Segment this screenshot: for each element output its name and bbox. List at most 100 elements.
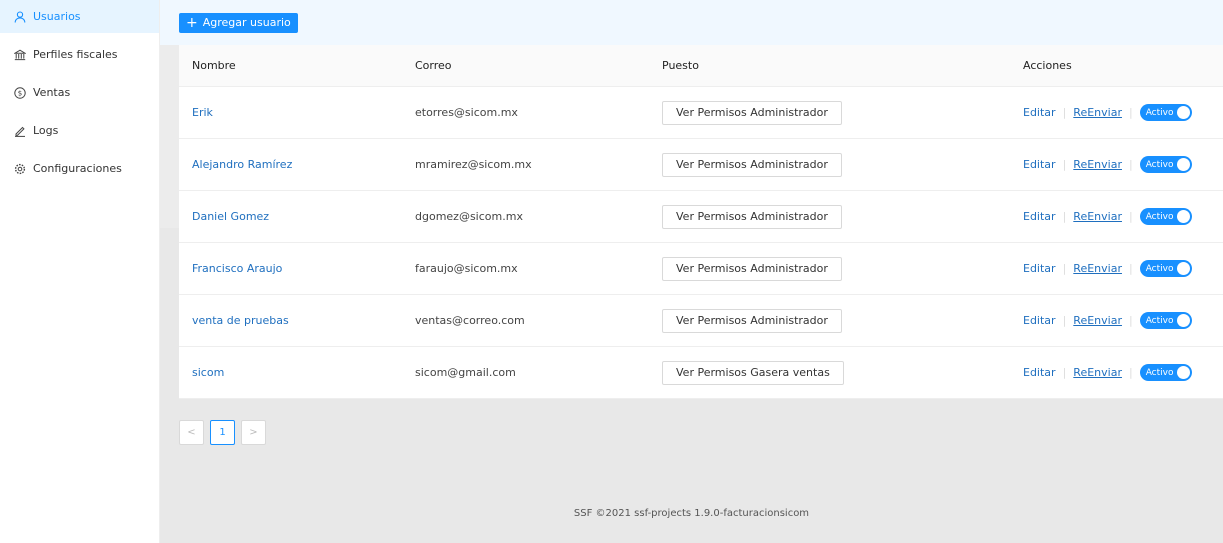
status-toggle-label: Activo — [1145, 367, 1174, 378]
status-toggle-label: Activo — [1145, 211, 1174, 222]
status-toggle-label: Activo — [1145, 107, 1174, 118]
sidebar-item-label: Ventas — [33, 86, 71, 99]
dollar-icon: $ — [14, 86, 26, 99]
user-name-link[interactable]: sicom — [192, 366, 224, 379]
sidebar-item-ventas[interactable]: $ Ventas — [0, 76, 159, 109]
user-name-link[interactable]: Daniel Gomez — [192, 210, 269, 223]
column-header-puesto: Puesto — [662, 59, 699, 72]
resend-link[interactable]: ReEnviar — [1073, 210, 1122, 223]
table-row: Erik etorres@sicom.mx Ver Permisos Admin… — [179, 87, 1223, 139]
column-header-correo: Correo — [415, 59, 452, 72]
sidebar-item-logs[interactable]: Logs — [0, 114, 159, 147]
next-page-button[interactable]: > — [241, 420, 266, 445]
status-toggle[interactable]: Activo — [1139, 104, 1192, 121]
plus-icon: + — [186, 14, 198, 31]
status-toggle-label: Activo — [1145, 159, 1174, 170]
table-row: venta de pruebas ventas@correo.com Ver P… — [179, 295, 1223, 347]
sidebar-item-label: Configuraciones — [33, 162, 122, 175]
user-email: mramirez@sicom.mx — [415, 158, 532, 171]
user-email: dgomez@sicom.mx — [415, 210, 523, 223]
sidebar-item-label: Usuarios — [33, 10, 81, 23]
action-divider: | — [1128, 210, 1133, 223]
users-table: Nombre Correo Puesto Acciones Erik etorr… — [179, 45, 1223, 399]
action-divider: | — [1128, 158, 1133, 171]
sidebar: Usuarios Perfiles fiscales $ Ventas Logs… — [0, 0, 160, 543]
resend-link[interactable]: ReEnviar — [1073, 106, 1122, 119]
toolbar: + Agregar usuario — [160, 0, 1223, 45]
page-1-button[interactable]: 1 — [210, 420, 235, 445]
user-email: ventas@correo.com — [415, 314, 525, 327]
status-toggle[interactable]: Activo — [1139, 156, 1192, 173]
footer: SSF ©2021 ssf-projects 1.9.0-facturacion… — [573, 508, 810, 519]
table-row: Francisco Araujo faraujo@sicom.mx Ver Pe… — [179, 243, 1223, 295]
action-divider: | — [1062, 158, 1067, 171]
resend-link[interactable]: ReEnviar — [1073, 314, 1122, 327]
sidebar-item-perfiles-fiscales[interactable]: Perfiles fiscales — [0, 38, 159, 71]
bank-icon — [14, 49, 26, 61]
pagination: < 1 > — [179, 420, 266, 445]
status-toggle[interactable]: Activo — [1139, 312, 1192, 329]
add-user-button[interactable]: + Agregar usuario — [179, 12, 298, 33]
column-header-acciones: Acciones — [1023, 59, 1072, 72]
toggle-knob — [1176, 314, 1190, 327]
edit-link[interactable]: Editar — [1023, 314, 1056, 327]
user-icon — [14, 10, 26, 23]
resend-link[interactable]: ReEnviar — [1073, 366, 1122, 379]
sidebar-item-usuarios[interactable]: Usuarios — [0, 0, 159, 33]
toggle-knob — [1176, 210, 1190, 223]
user-email: etorres@sicom.mx — [415, 106, 518, 119]
add-user-label: Agregar usuario — [202, 16, 291, 29]
app-root: Usuarios Perfiles fiscales $ Ventas Logs… — [0, 0, 1223, 543]
action-divider: | — [1062, 210, 1067, 223]
status-toggle[interactable]: Activo — [1139, 260, 1192, 277]
action-divider: | — [1128, 262, 1133, 275]
resend-link[interactable]: ReEnviar — [1073, 158, 1122, 171]
user-name-link[interactable]: Erik — [192, 106, 213, 119]
action-divider: | — [1062, 314, 1067, 327]
action-divider: | — [1128, 106, 1133, 119]
action-divider: | — [1062, 106, 1067, 119]
view-permissions-button[interactable]: Ver Permisos Administrador — [662, 256, 842, 281]
table-row: Daniel Gomez dgomez@sicom.mx Ver Permiso… — [179, 191, 1223, 243]
user-name-link[interactable]: venta de pruebas — [192, 314, 289, 327]
toggle-knob — [1176, 158, 1190, 171]
status-toggle-label: Activo — [1145, 263, 1174, 274]
view-permissions-button[interactable]: Ver Permisos Gasera ventas — [662, 360, 844, 385]
toggle-knob — [1176, 366, 1190, 379]
view-permissions-button[interactable]: Ver Permisos Administrador — [662, 204, 842, 229]
edit-link[interactable]: Editar — [1023, 210, 1056, 223]
content-gutter — [160, 45, 179, 228]
user-name-link[interactable]: Alejandro Ramírez — [192, 158, 292, 171]
view-permissions-button[interactable]: Ver Permisos Administrador — [662, 308, 842, 333]
status-toggle[interactable]: Activo — [1139, 364, 1192, 381]
prev-page-button[interactable]: < — [179, 420, 204, 445]
column-header-nombre: Nombre — [192, 59, 236, 72]
edit-link[interactable]: Editar — [1023, 158, 1056, 171]
table-header: Nombre Correo Puesto Acciones — [179, 45, 1223, 87]
gear-icon — [14, 163, 26, 175]
table-row: Alejandro Ramírez mramirez@sicom.mx Ver … — [179, 139, 1223, 191]
action-divider: | — [1128, 366, 1133, 379]
sidebar-item-label: Perfiles fiscales — [33, 48, 118, 61]
user-email: faraujo@sicom.mx — [415, 262, 518, 275]
status-toggle[interactable]: Activo — [1139, 208, 1192, 225]
action-divider: | — [1062, 262, 1067, 275]
edit-link[interactable]: Editar — [1023, 262, 1056, 275]
svg-text:$: $ — [18, 89, 22, 97]
view-permissions-button[interactable]: Ver Permisos Administrador — [662, 152, 842, 177]
toggle-knob — [1176, 262, 1190, 275]
action-divider: | — [1062, 366, 1067, 379]
user-name-link[interactable]: Francisco Araujo — [192, 262, 282, 275]
resend-link[interactable]: ReEnviar — [1073, 262, 1122, 275]
pen-icon — [14, 125, 26, 137]
edit-link[interactable]: Editar — [1023, 106, 1056, 119]
action-divider: | — [1128, 314, 1133, 327]
user-email: sicom@gmail.com — [415, 366, 516, 379]
status-toggle-label: Activo — [1145, 315, 1174, 326]
edit-link[interactable]: Editar — [1023, 366, 1056, 379]
sidebar-item-configuraciones[interactable]: Configuraciones — [0, 152, 159, 185]
view-permissions-button[interactable]: Ver Permisos Administrador — [662, 100, 842, 125]
sidebar-item-label: Logs — [33, 124, 59, 137]
toggle-knob — [1176, 106, 1190, 119]
table-row: sicom sicom@gmail.com Ver Permisos Gaser… — [179, 347, 1223, 399]
